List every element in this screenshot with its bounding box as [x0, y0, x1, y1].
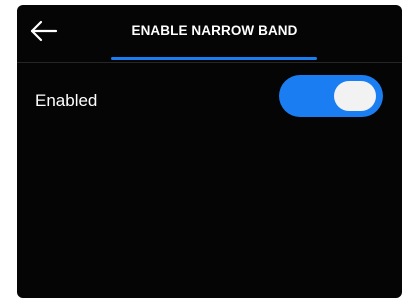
arrow-left-icon	[30, 20, 58, 42]
enabled-label: Enabled	[35, 91, 98, 110]
enabled-toggle[interactable]	[279, 75, 383, 117]
header-divider	[17, 62, 402, 63]
back-button[interactable]	[29, 18, 59, 44]
page-title: ENABLE NARROW BAND	[131, 23, 298, 38]
header-bar: ENABLE NARROW BAND	[17, 5, 402, 60]
enabled-setting-row: Enabled	[17, 71, 402, 131]
title-underline	[111, 57, 317, 60]
toggle-knob	[334, 81, 376, 111]
app-screen: ENABLE NARROW BAND Enabled	[17, 5, 402, 298]
